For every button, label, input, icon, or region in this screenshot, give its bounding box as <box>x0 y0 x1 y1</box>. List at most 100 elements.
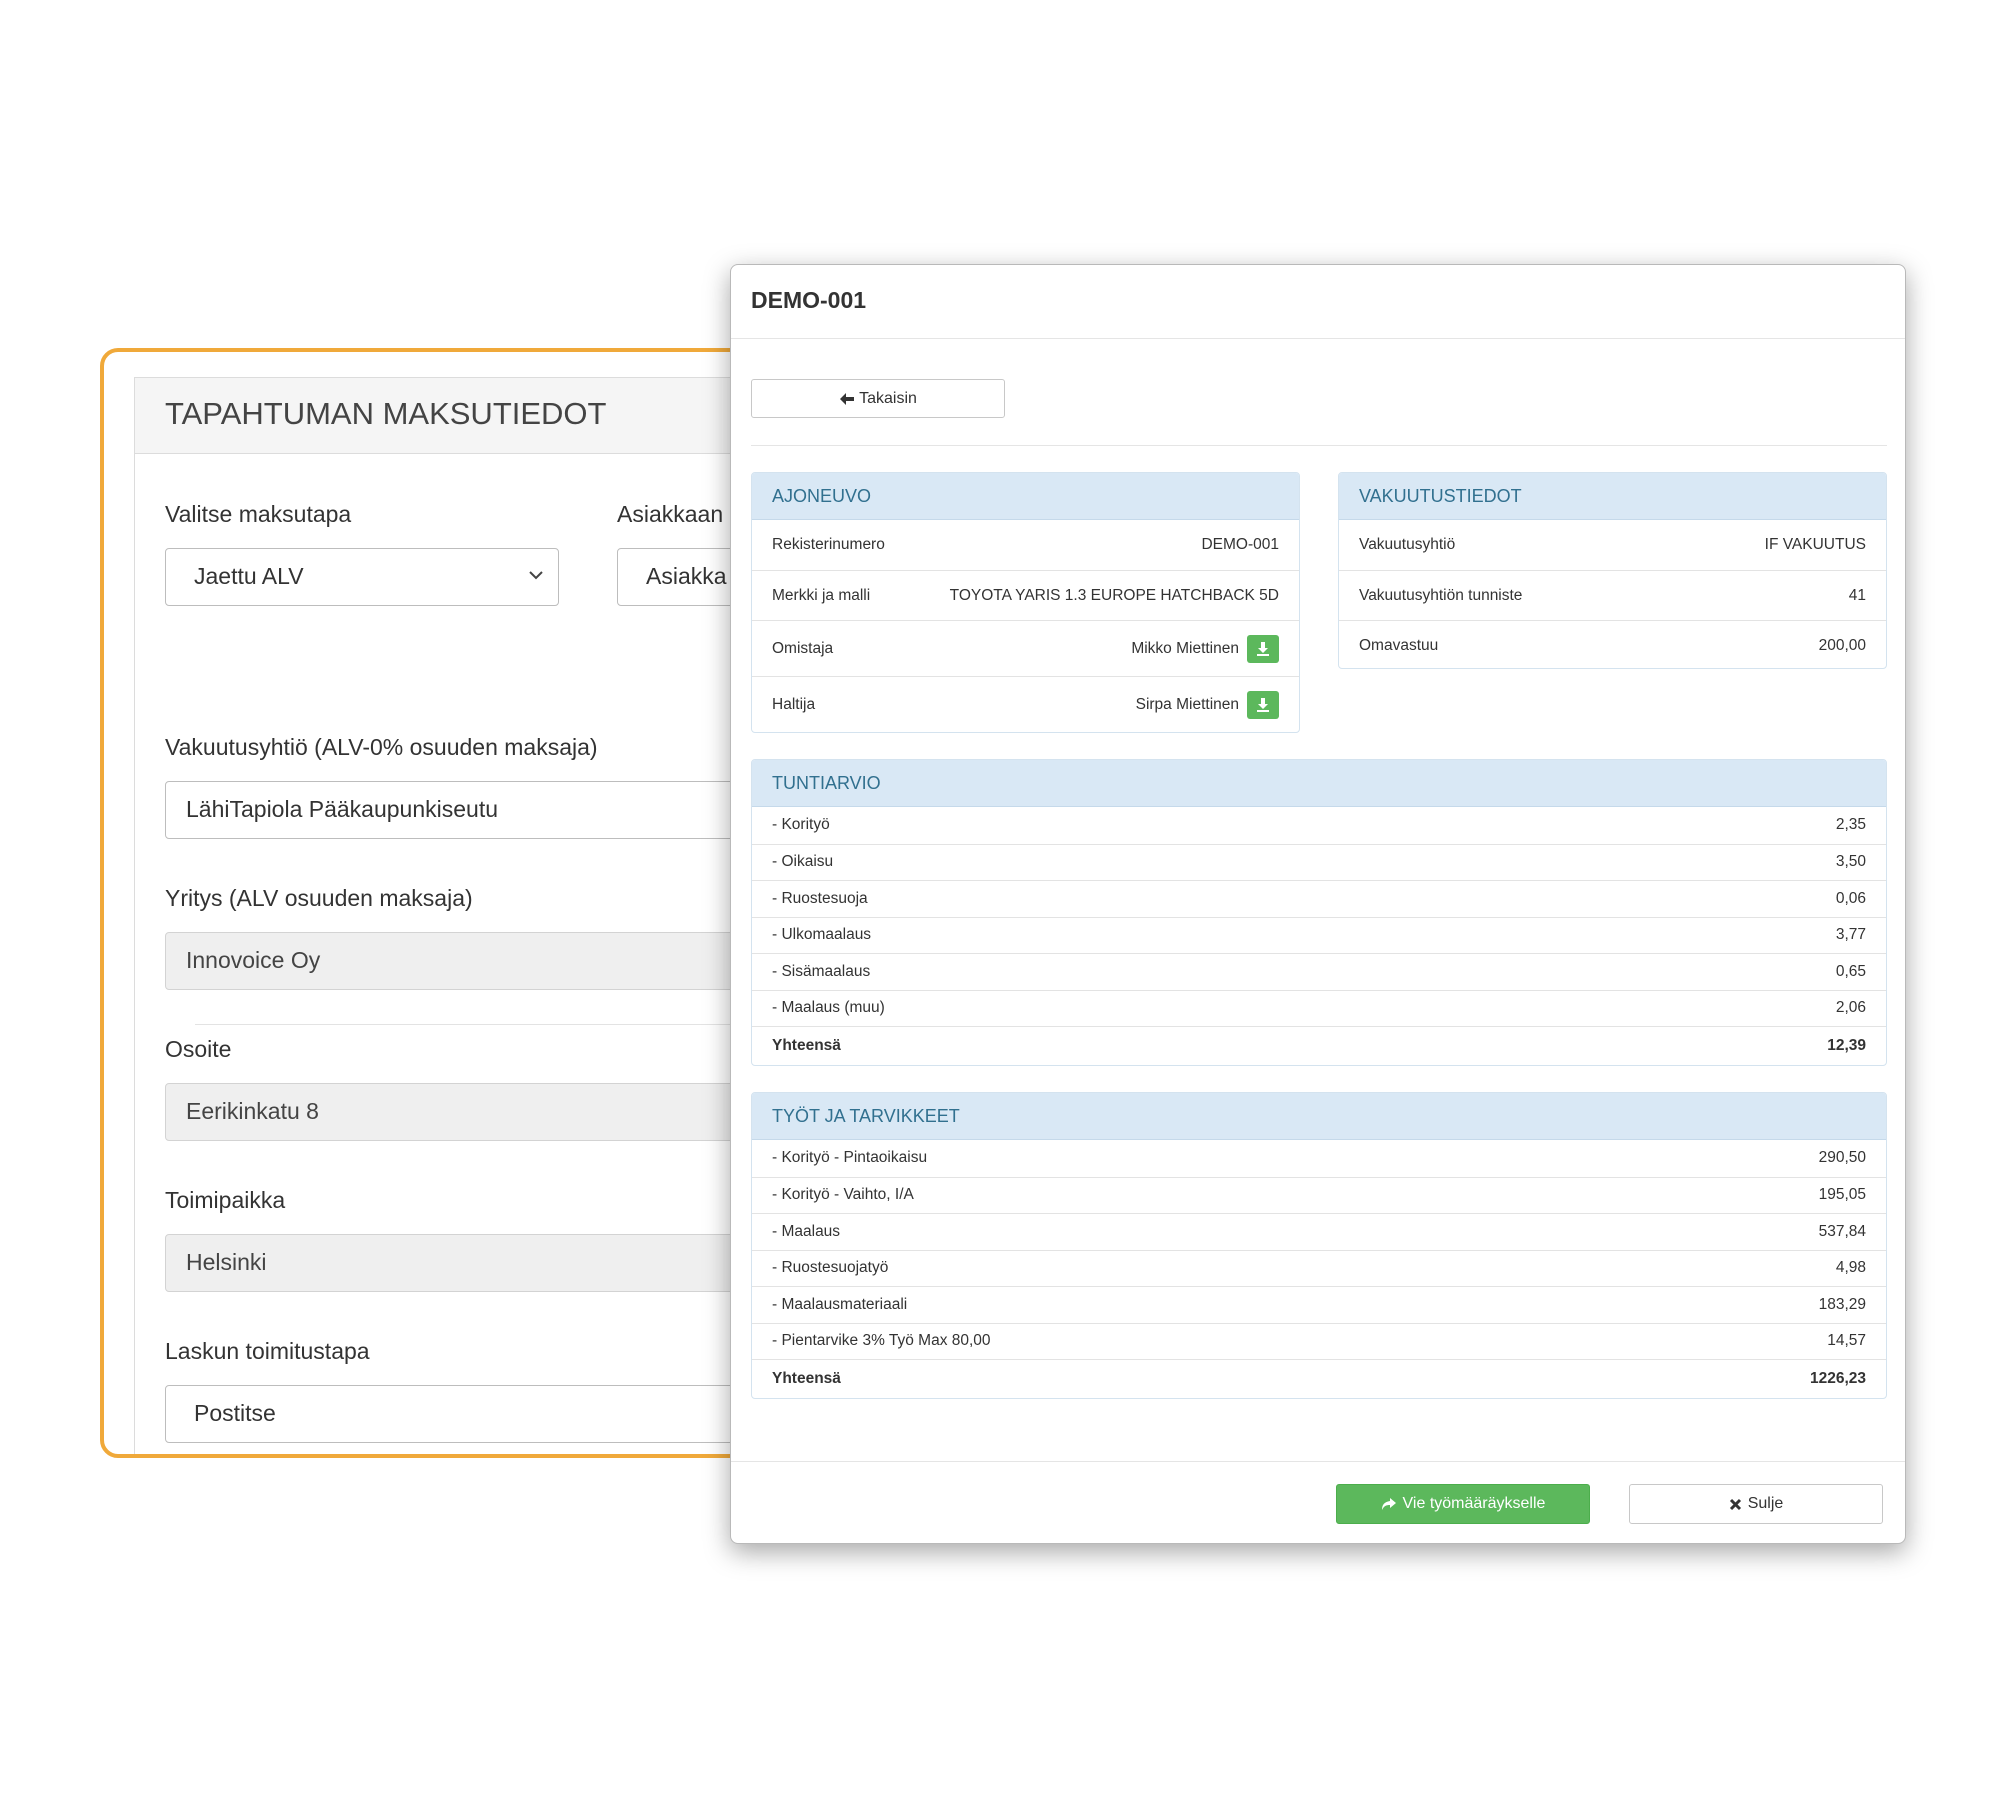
owner-name: Mikko Miettinen <box>1131 639 1239 657</box>
works-total-row: Yhteensä 1226,23 <box>752 1359 1886 1397</box>
vehicle-row-label: Merkki ja malli <box>772 586 871 604</box>
delivery-value: Postitse <box>194 1400 276 1426</box>
hours-row-label: - Maalaus (muu) <box>772 999 885 1017</box>
insurance-row: Vakuutusyhtiön tunniste 41 <box>1339 570 1886 620</box>
works-row-value: 537,84 <box>1818 1222 1866 1240</box>
vehicle-row-label: Rekisterinumero <box>772 536 885 553</box>
hours-row-label: - Korityö <box>772 816 830 834</box>
customer-value: Asiakka <box>646 563 727 589</box>
works-row-value: 183,29 <box>1818 1295 1866 1313</box>
works-row-value: 4,98 <box>1835 1259 1866 1277</box>
works-row: - Maalaus 537,84 <box>752 1213 1886 1250</box>
hours-row: - Korityö 2,35 <box>752 807 1886 844</box>
close-button[interactable]: Sulje <box>1629 1484 1883 1524</box>
works-row-label: - Korityö - Pintaoikaisu <box>772 1149 928 1167</box>
city-label: Toimipaikka <box>165 1187 286 1213</box>
modal-separator <box>751 445 1887 446</box>
hours-row-value: 2,35 <box>1835 816 1866 834</box>
hours-total-value: 12,39 <box>1827 1036 1866 1054</box>
company-value: Innovoice Oy <box>186 947 321 973</box>
insurance-panel: VAKUUTUSTIEDOT Vakuutusyhtiö IF VAKUUTUS… <box>1338 472 1887 669</box>
works-row: - Korityö - Vaihto, I/A 195,05 <box>752 1176 1886 1214</box>
hours-row-value: 2,06 <box>1835 999 1866 1017</box>
works-row-value: 195,05 <box>1818 1186 1866 1204</box>
works-row: - Ruostesuojatyö 4,98 <box>752 1249 1886 1287</box>
vehicle-panel: AJONEUVO Rekisterinumero DEMO-001 Merkki… <box>751 472 1300 733</box>
vehicle-row: Haltija Sirpa Miettinen <box>752 676 1299 732</box>
hours-row-label: - Oikaisu <box>772 853 834 871</box>
arrow-left-icon <box>840 392 855 405</box>
hours-row-label: - Ruostesuoja <box>772 889 868 907</box>
owner-download-button[interactable] <box>1247 634 1279 663</box>
back-button[interactable]: Takaisin <box>751 379 1005 418</box>
download-icon <box>1257 697 1269 712</box>
insurer-value: LähiTapiola Pääkaupunkiseutu <box>186 796 499 822</box>
works-row-value: 14,57 <box>1827 1332 1866 1350</box>
holder-name: Sirpa Miettinen <box>1135 695 1239 713</box>
works-panel-heading: TYÖT JA TARVIKKEET <box>752 1093 1886 1140</box>
insurance-row: Vakuutusyhtiö IF VAKUUTUS <box>1339 520 1886 570</box>
export-button-label: Vie työmääräykselle <box>1402 1495 1546 1512</box>
hours-row-value: 3,77 <box>1835 926 1866 944</box>
insurance-row-value: 41 <box>1848 586 1866 604</box>
hours-panel-heading: TUNTIARVIO <box>752 760 1886 807</box>
hours-row-value: 3,50 <box>1835 853 1866 871</box>
vehicle-row: Merkki ja malli TOYOTA YARIS 1.3 EUROPE … <box>752 570 1299 620</box>
hours-row: - Maalaus (muu) 2,06 <box>752 989 1886 1027</box>
export-to-work-order-button[interactable]: Vie työmääräykselle <box>1336 1484 1590 1524</box>
works-row: - Maalausmateriaali 183,29 <box>752 1286 1886 1323</box>
address-value: Eerikinkatu 8 <box>186 1098 319 1124</box>
hours-row: - Oikaisu 3,50 <box>752 843 1886 881</box>
city-value: Helsinki <box>186 1249 267 1275</box>
share-arrow-icon <box>1381 1498 1396 1510</box>
vehicle-row: Rekisterinumero DEMO-001 <box>752 520 1299 570</box>
hours-row: - Ruostesuoja 0,06 <box>752 880 1886 917</box>
vehicle-row-value-wrap: Mikko Miettinen <box>1131 634 1279 663</box>
holder-download-button[interactable] <box>1247 690 1279 719</box>
hours-row-value: 0,06 <box>1835 889 1866 907</box>
works-total-value: 1226,23 <box>1809 1369 1866 1387</box>
works-total-label: Yhteensä <box>772 1369 841 1387</box>
close-button-label: Sulje <box>1747 1495 1784 1512</box>
vehicle-modal: DEMO-001 Takaisin AJONEUVO Rekisterinume… <box>730 264 1906 1544</box>
hours-row-value: 0,65 <box>1835 962 1866 980</box>
hours-panel: TUNTIARVIO - Korityö 2,35 - Oikaisu 3,50… <box>751 759 1887 1066</box>
insurance-row-label: Omavastuu <box>1359 636 1439 654</box>
customer-label: Asiakkaan <box>617 501 724 527</box>
vehicle-row-value-wrap: Sirpa Miettinen <box>1135 690 1279 719</box>
payment-method-label: Valitse maksutapa <box>165 501 352 527</box>
insurance-row-value: 200,00 <box>1818 636 1866 654</box>
works-row-label: - Korityö - Vaihto, I/A <box>772 1186 914 1204</box>
works-panel: TYÖT JA TARVIKKEET - Korityö - Pintaoika… <box>751 1092 1887 1399</box>
works-row-value: 290,50 <box>1818 1149 1866 1167</box>
vehicle-row-value: TOYOTA YARIS 1.3 EUROPE HATCHBACK 5D <box>949 586 1279 604</box>
payment-method-value: Jaettu ALV <box>194 563 304 589</box>
hours-row: - Ulkomaalaus 3,77 <box>752 916 1886 954</box>
address-label: Osoite <box>165 1036 232 1062</box>
vehicle-row-label: Omistaja <box>772 639 834 657</box>
company-label: Yritys (ALV osuuden maksaja) <box>165 885 473 911</box>
hours-total-label: Yhteensä <box>772 1036 841 1054</box>
delivery-label: Laskun toimitustapa <box>165 1338 370 1364</box>
payment-method-select[interactable]: Jaettu ALV <box>165 548 559 606</box>
vehicle-row: Omistaja Mikko Miettinen <box>752 620 1299 676</box>
close-icon <box>1729 1498 1741 1510</box>
hours-row: - Sisämaalaus 0,65 <box>752 953 1886 990</box>
vehicle-row-value: DEMO-001 <box>1201 536 1279 553</box>
insurance-row: Omavastuu 200,00 <box>1339 620 1886 668</box>
vehicle-panel-heading: AJONEUVO <box>752 473 1299 520</box>
modal-footer-separator <box>731 1461 1905 1462</box>
works-row: - Korityö - Pintaoikaisu 290,50 <box>752 1140 1886 1177</box>
insurer-label: Vakuutusyhtiö (ALV-0% osuuden maksaja) <box>165 734 598 760</box>
works-row-label: - Ruostesuojatyö <box>772 1259 889 1277</box>
download-icon <box>1257 641 1269 656</box>
modal-title: DEMO-001 <box>731 265 1905 339</box>
insurance-panel-heading: VAKUUTUSTIEDOT <box>1339 473 1886 520</box>
works-row-label: - Maalausmateriaali <box>772 1295 908 1313</box>
vehicle-row-label: Haltija <box>772 695 816 713</box>
insurance-row-label: Vakuutusyhtiö <box>1359 536 1456 553</box>
insurance-row-value: IF VAKUUTUS <box>1764 536 1866 553</box>
works-row: - Pientarvike 3% Työ Max 80,00 14,57 <box>752 1322 1886 1360</box>
works-row-label: - Maalaus <box>772 1222 841 1240</box>
works-row-label: - Pientarvike 3% Työ Max 80,00 <box>772 1332 991 1350</box>
